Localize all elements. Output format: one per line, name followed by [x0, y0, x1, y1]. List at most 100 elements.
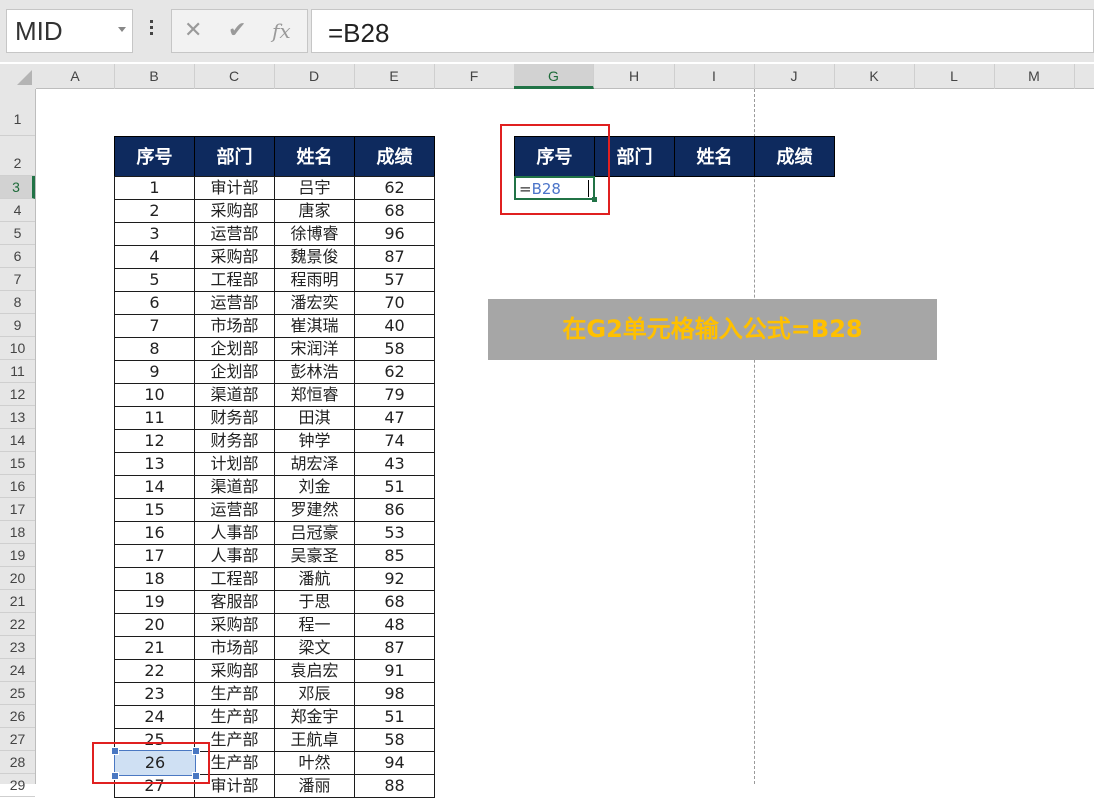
row-header-17[interactable]: 17	[0, 498, 35, 521]
row-header-11[interactable]: 11	[0, 360, 35, 383]
table-cell[interactable]: 22	[114, 659, 195, 683]
table-cell[interactable]: 20	[114, 613, 195, 637]
table-cell[interactable]: 23	[114, 682, 195, 706]
row-header-12[interactable]: 12	[0, 383, 35, 406]
table-cell[interactable]: 吕冠豪	[274, 521, 355, 545]
table-cell[interactable]: 18	[114, 567, 195, 591]
table-cell[interactable]: 53	[354, 521, 435, 545]
row-header-21[interactable]: 21	[0, 590, 35, 613]
table-cell[interactable]: 吕宇	[274, 176, 355, 200]
table-cell[interactable]: 57	[354, 268, 435, 292]
table-cell[interactable]: 市场部	[194, 636, 275, 660]
column-header-l[interactable]: L	[914, 64, 995, 89]
table-cell[interactable]: 宋润洋	[274, 337, 355, 361]
table-cell[interactable]: 钟学	[274, 429, 355, 453]
table-cell[interactable]: 43	[354, 452, 435, 476]
table-cell[interactable]: 7	[114, 314, 195, 338]
table-cell[interactable]: 采购部	[194, 245, 275, 269]
column-header-a[interactable]: A	[36, 64, 115, 89]
table-cell[interactable]: 91	[354, 659, 435, 683]
table-cell[interactable]: 财务部	[194, 429, 275, 453]
table-cell[interactable]: 企划部	[194, 337, 275, 361]
table-cell[interactable]: 生产部	[194, 682, 275, 706]
row-header-23[interactable]: 23	[0, 636, 35, 659]
table-cell[interactable]: 86	[354, 498, 435, 522]
table-cell[interactable]: 袁启宏	[274, 659, 355, 683]
table-cell[interactable]: 98	[354, 682, 435, 706]
table-cell[interactable]: 渠道部	[194, 383, 275, 407]
row-header-2[interactable]: 2	[0, 136, 35, 176]
table-cell[interactable]: 10	[114, 383, 195, 407]
table-cell[interactable]: 唐家	[274, 199, 355, 223]
table-cell[interactable]: 87	[354, 245, 435, 269]
table-cell[interactable]: 40	[354, 314, 435, 338]
table-cell[interactable]: 潘宏奕	[274, 291, 355, 315]
row-header-15[interactable]: 15	[0, 452, 35, 475]
row-header-7[interactable]: 7	[0, 268, 35, 291]
row-header-25[interactable]: 25	[0, 682, 35, 705]
table-cell[interactable]: 13	[114, 452, 195, 476]
table-cell[interactable]: 62	[354, 176, 435, 200]
table-cell[interactable]: 财务部	[194, 406, 275, 430]
chevron-down-icon[interactable]	[118, 27, 126, 32]
table-cell[interactable]: 胡宏泽	[274, 452, 355, 476]
insert-function-icon[interactable]: fx	[272, 19, 291, 43]
column-header-i[interactable]: I	[674, 64, 755, 89]
row-header-20[interactable]: 20	[0, 567, 35, 590]
table-cell[interactable]: 21	[114, 636, 195, 660]
table-cell[interactable]: 程雨明	[274, 268, 355, 292]
table-cell[interactable]: 74	[354, 429, 435, 453]
row-header-28[interactable]: 28	[0, 751, 35, 774]
more-options-icon[interactable]	[145, 20, 157, 42]
table-cell[interactable]: 工程部	[194, 268, 275, 292]
table-cell[interactable]: 68	[354, 590, 435, 614]
source-header-cell[interactable]: 成绩	[354, 136, 435, 177]
row-header-8[interactable]: 8	[0, 291, 35, 314]
table-cell[interactable]: 58	[354, 728, 435, 752]
row-header-16[interactable]: 16	[0, 475, 35, 498]
row-header-14[interactable]: 14	[0, 429, 35, 452]
table-cell[interactable]: 51	[354, 705, 435, 729]
table-cell[interactable]: 邓辰	[274, 682, 355, 706]
source-header-cell[interactable]: 部门	[194, 136, 275, 177]
table-cell[interactable]: 刘金	[274, 475, 355, 499]
table-cell[interactable]: 79	[354, 383, 435, 407]
table-cell[interactable]: 1	[114, 176, 195, 200]
table-cell[interactable]: 92	[354, 567, 435, 591]
table-cell[interactable]: 6	[114, 291, 195, 315]
table-cell[interactable]: 工程部	[194, 567, 275, 591]
table-cell[interactable]: 梁文	[274, 636, 355, 660]
table-cell[interactable]: 叶然	[274, 751, 355, 775]
row-header-1[interactable]: 1	[0, 89, 35, 136]
table-cell[interactable]: 96	[354, 222, 435, 246]
column-header-m[interactable]: M	[994, 64, 1075, 89]
table-cell[interactable]: 94	[354, 751, 435, 775]
table-cell[interactable]: 采购部	[194, 199, 275, 223]
table-cell[interactable]: 徐博睿	[274, 222, 355, 246]
formula-input[interactable]: =B28	[311, 9, 1094, 53]
table-cell[interactable]: 采购部	[194, 659, 275, 683]
table-cell[interactable]: 潘丽	[274, 774, 355, 798]
table-cell[interactable]: 8	[114, 337, 195, 361]
row-header-27[interactable]: 27	[0, 728, 35, 751]
row-header-19[interactable]: 19	[0, 544, 35, 567]
table-cell[interactable]: 14	[114, 475, 195, 499]
table-cell[interactable]: 68	[354, 199, 435, 223]
row-header-22[interactable]: 22	[0, 613, 35, 636]
table-cell[interactable]: 62	[354, 360, 435, 384]
row-header-4[interactable]: 4	[0, 199, 35, 222]
column-header-b[interactable]: B	[114, 64, 195, 89]
table-cell[interactable]: 审计部	[194, 176, 275, 200]
table-cell[interactable]: 运营部	[194, 291, 275, 315]
table-cell[interactable]: 11	[114, 406, 195, 430]
table-cell[interactable]: 12	[114, 429, 195, 453]
row-header-3[interactable]: 3	[0, 176, 35, 199]
row-header-26[interactable]: 26	[0, 705, 35, 728]
table-cell[interactable]: 9	[114, 360, 195, 384]
table-cell[interactable]: 田淇	[274, 406, 355, 430]
table-cell[interactable]: 崔淇瑞	[274, 314, 355, 338]
table-cell[interactable]: 人事部	[194, 544, 275, 568]
table-cell[interactable]: 48	[354, 613, 435, 637]
column-header-d[interactable]: D	[274, 64, 355, 89]
table-cell[interactable]: 88	[354, 774, 435, 798]
